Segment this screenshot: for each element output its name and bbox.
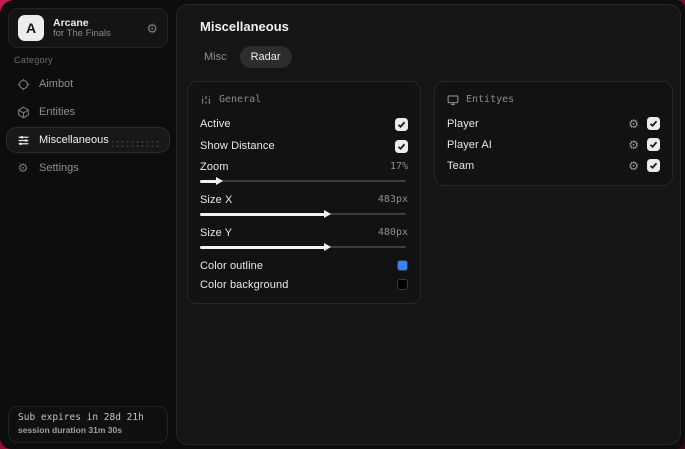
general-card-header: General xyxy=(200,92,408,107)
category-label: Category xyxy=(14,55,53,65)
entity-label: Team xyxy=(447,159,475,172)
entity-gear-icon[interactable]: ⚙ xyxy=(628,160,639,172)
session-duration-text: session duration 31m 30s xyxy=(18,425,122,435)
setting-label: Color background xyxy=(200,278,289,291)
entity-label: Player xyxy=(447,117,479,130)
setting-row-color-background: Color background xyxy=(200,275,408,294)
page-title: Miscellaneous xyxy=(200,19,289,34)
check-icon xyxy=(649,140,658,149)
subscription-status-card: Sub expires in 28d 21h session duration … xyxy=(8,406,168,443)
tab-misc[interactable]: Misc xyxy=(193,46,238,68)
entity-gear-icon[interactable]: ⚙ xyxy=(628,118,639,130)
setting-label: Color outline xyxy=(200,259,264,272)
setting-label: Size X xyxy=(200,193,233,206)
sidebar-item-settings[interactable]: ⚙ Settings xyxy=(6,155,170,181)
settings-cards: General Active Show Distance Zoom 17% Si… xyxy=(187,81,673,304)
check-icon xyxy=(397,120,406,129)
color-background-swatch[interactable] xyxy=(397,279,408,290)
sidebar-item-aimbot[interactable]: Aimbot xyxy=(6,71,170,97)
sliders-icon xyxy=(16,133,30,147)
check-icon xyxy=(649,119,658,128)
entity-gear-icon[interactable]: ⚙ xyxy=(628,139,639,151)
setting-row-size-y: Size Y 480px xyxy=(200,223,408,253)
setting-label: Size Y xyxy=(200,226,233,239)
sidebar: A Arcane for The Finals ⚙ Category Aimbo… xyxy=(0,0,176,449)
brand-subtitle: for The Finals xyxy=(53,27,111,39)
size-y-slider[interactable] xyxy=(200,242,408,253)
brand-card: A Arcane for The Finals ⚙ xyxy=(8,8,168,48)
setting-label: Zoom xyxy=(200,160,229,173)
zoom-value: 17% xyxy=(389,161,408,172)
zoom-slider[interactable] xyxy=(200,176,408,187)
check-icon xyxy=(397,142,406,151)
size-x-value: 483px xyxy=(377,194,408,205)
color-outline-swatch[interactable] xyxy=(397,260,408,271)
setting-row-show-distance: Show Distance xyxy=(200,135,408,157)
setting-label: Active xyxy=(200,118,231,130)
app-window: A Arcane for The Finals ⚙ Category Aimbo… xyxy=(0,0,685,449)
slider-fill-and-thumb xyxy=(200,210,331,218)
entities-card: Entityes Player ⚙ Player AI ⚙ Team ⚙ xyxy=(434,81,673,186)
gear-icon: ⚙ xyxy=(17,161,29,175)
size-y-value: 480px xyxy=(377,227,408,238)
sidebar-nav: Aimbot Entities Miscellaneous ⚙ Settings xyxy=(6,71,170,183)
setting-row-zoom: Zoom 17% xyxy=(200,157,408,187)
sidebar-item-label: Miscellaneous xyxy=(39,134,109,146)
entity-row-player-ai: Player AI ⚙ xyxy=(447,134,660,155)
brand-logo: A xyxy=(18,15,44,41)
sidebar-item-miscellaneous[interactable]: Miscellaneous xyxy=(6,127,170,153)
main-panel: Miscellaneous Misc Radar General Active … xyxy=(176,4,681,445)
equalizer-icon xyxy=(200,94,212,106)
tab-bar: Misc Radar xyxy=(193,46,292,68)
brand-name: Arcane xyxy=(53,16,89,29)
general-card-title: General xyxy=(219,94,262,105)
player-ai-checkbox[interactable] xyxy=(647,138,660,151)
tab-radar[interactable]: Radar xyxy=(239,46,292,68)
active-checkbox[interactable] xyxy=(395,117,408,131)
entity-label: Player AI xyxy=(447,138,492,151)
brand-text: Arcane for The Finals xyxy=(53,17,146,40)
show-distance-checkbox[interactable] xyxy=(395,139,408,153)
sidebar-item-label: Settings xyxy=(39,162,79,174)
cube-icon xyxy=(16,105,30,119)
slider-track xyxy=(200,180,406,182)
crosshair-icon xyxy=(16,77,30,91)
entities-card-title: Entityes xyxy=(466,94,515,105)
sidebar-item-label: Aimbot xyxy=(39,78,74,90)
setting-label: Show Distance xyxy=(200,140,275,152)
entities-card-header: Entityes xyxy=(447,92,660,107)
general-card: General Active Show Distance Zoom 17% Si… xyxy=(187,81,421,304)
sub-expiry-text: Sub expires in 28d 21h xyxy=(18,412,144,423)
sidebar-item-label: Entities xyxy=(39,106,76,118)
monitor-icon xyxy=(447,94,459,106)
entity-row-player: Player ⚙ xyxy=(447,113,660,134)
player-checkbox[interactable] xyxy=(647,117,660,130)
team-checkbox[interactable] xyxy=(647,159,660,172)
setting-row-active: Active xyxy=(200,113,408,135)
size-x-slider[interactable] xyxy=(200,209,408,220)
brand-gear-icon[interactable]: ⚙ xyxy=(146,22,158,35)
check-icon xyxy=(649,161,658,170)
sidebar-item-entities[interactable]: Entities xyxy=(6,99,170,125)
slider-fill-and-thumb xyxy=(200,177,223,185)
slider-fill-and-thumb xyxy=(200,243,331,251)
setting-row-color-outline: Color outline xyxy=(200,256,408,275)
entity-row-team: Team ⚙ xyxy=(447,155,660,176)
setting-row-size-x: Size X 483px xyxy=(200,190,408,220)
